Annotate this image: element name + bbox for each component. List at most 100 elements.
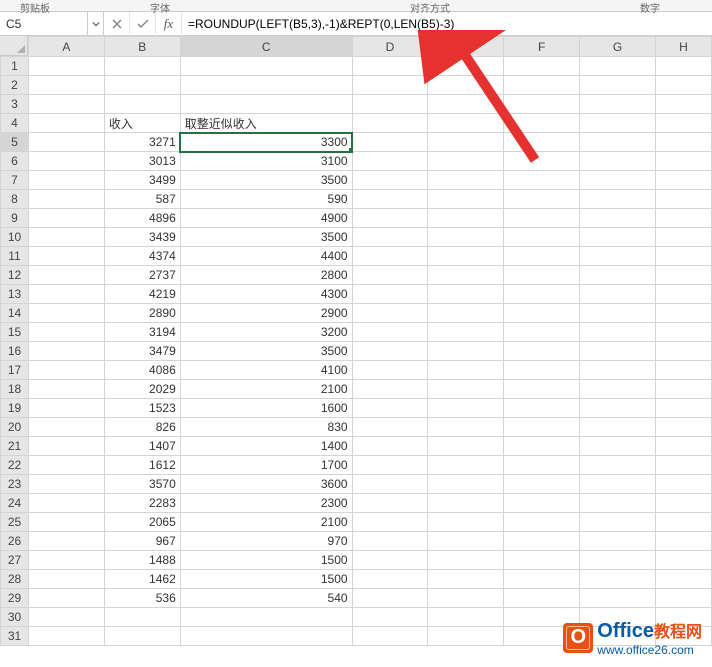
cell-E28[interactable] [428,570,504,589]
cell-E26[interactable] [428,532,504,551]
cell-E5[interactable] [428,133,504,152]
cell-D28[interactable] [352,570,428,589]
cell-B5[interactable]: 3271 [104,133,180,152]
cell-C13[interactable]: 4300 [180,285,352,304]
row-header-31[interactable]: 31 [1,627,29,646]
cell-C18[interactable]: 2100 [180,380,352,399]
cell-F3[interactable] [504,95,580,114]
row-header-14[interactable]: 14 [1,304,29,323]
cell-G27[interactable] [580,551,656,570]
cell-F22[interactable] [504,456,580,475]
cell-G8[interactable] [580,190,656,209]
cell-E29[interactable] [428,589,504,608]
row-header-30[interactable]: 30 [1,608,29,627]
row-header-10[interactable]: 10 [1,228,29,247]
row-header-12[interactable]: 12 [1,266,29,285]
cell-D1[interactable] [352,57,428,76]
cell-B21[interactable]: 1407 [104,437,180,456]
row-header-7[interactable]: 7 [1,171,29,190]
cell-D20[interactable] [352,418,428,437]
cell-B31[interactable] [104,627,180,646]
name-box-dropdown[interactable] [88,12,104,35]
cell-A12[interactable] [28,266,104,285]
cell-H7[interactable] [656,171,712,190]
cell-B23[interactable]: 3570 [104,475,180,494]
row-header-11[interactable]: 11 [1,247,29,266]
row-header-18[interactable]: 18 [1,380,29,399]
cell-A16[interactable] [28,342,104,361]
cell-F1[interactable] [504,57,580,76]
cell-D24[interactable] [352,494,428,513]
cell-H2[interactable] [656,76,712,95]
cell-B17[interactable]: 4086 [104,361,180,380]
row-header-9[interactable]: 9 [1,209,29,228]
row-header-17[interactable]: 17 [1,361,29,380]
cell-F15[interactable] [504,323,580,342]
cell-H3[interactable] [656,95,712,114]
cell-G24[interactable] [580,494,656,513]
cell-H18[interactable] [656,380,712,399]
cell-D11[interactable] [352,247,428,266]
cell-H23[interactable] [656,475,712,494]
cell-B26[interactable]: 967 [104,532,180,551]
cell-C3[interactable] [180,95,352,114]
cell-D5[interactable] [352,133,428,152]
cell-D18[interactable] [352,380,428,399]
cell-G20[interactable] [580,418,656,437]
cell-E12[interactable] [428,266,504,285]
row-header-3[interactable]: 3 [1,95,29,114]
cell-C25[interactable]: 2100 [180,513,352,532]
cell-F27[interactable] [504,551,580,570]
cell-A22[interactable] [28,456,104,475]
cell-C22[interactable]: 1700 [180,456,352,475]
cell-A23[interactable] [28,475,104,494]
row-header-6[interactable]: 6 [1,152,29,171]
cell-E27[interactable] [428,551,504,570]
cell-C21[interactable]: 1400 [180,437,352,456]
cell-H8[interactable] [656,190,712,209]
row-header-20[interactable]: 20 [1,418,29,437]
cell-G6[interactable] [580,152,656,171]
cell-H25[interactable] [656,513,712,532]
cell-H5[interactable] [656,133,712,152]
cell-A5[interactable] [28,133,104,152]
cell-H17[interactable] [656,361,712,380]
cell-F13[interactable] [504,285,580,304]
cell-G14[interactable] [580,304,656,323]
column-header-G[interactable]: G [580,37,656,57]
cell-G18[interactable] [580,380,656,399]
column-header-D[interactable]: D [352,37,428,57]
cell-G17[interactable] [580,361,656,380]
cell-C11[interactable]: 4400 [180,247,352,266]
cell-A3[interactable] [28,95,104,114]
cell-F4[interactable] [504,114,580,133]
cell-F12[interactable] [504,266,580,285]
cell-C5[interactable]: 3300 [180,133,352,152]
cell-C15[interactable]: 3200 [180,323,352,342]
cell-B24[interactable]: 2283 [104,494,180,513]
column-header-E[interactable]: E [428,37,504,57]
cell-A19[interactable] [28,399,104,418]
cell-A29[interactable] [28,589,104,608]
cell-F21[interactable] [504,437,580,456]
cell-A14[interactable] [28,304,104,323]
cell-C10[interactable]: 3500 [180,228,352,247]
cell-B13[interactable]: 4219 [104,285,180,304]
cell-D6[interactable] [352,152,428,171]
cell-E10[interactable] [428,228,504,247]
cell-D2[interactable] [352,76,428,95]
cell-C14[interactable]: 2900 [180,304,352,323]
cell-C1[interactable] [180,57,352,76]
cell-C4[interactable]: 取整近似收入 [180,114,352,133]
cell-B1[interactable] [104,57,180,76]
cell-E4[interactable] [428,114,504,133]
cell-E15[interactable] [428,323,504,342]
cell-C6[interactable]: 3100 [180,152,352,171]
cell-E24[interactable] [428,494,504,513]
row-header-27[interactable]: 27 [1,551,29,570]
row-header-26[interactable]: 26 [1,532,29,551]
cell-F16[interactable] [504,342,580,361]
row-header-1[interactable]: 1 [1,57,29,76]
cell-D31[interactable] [352,627,428,646]
cell-H20[interactable] [656,418,712,437]
